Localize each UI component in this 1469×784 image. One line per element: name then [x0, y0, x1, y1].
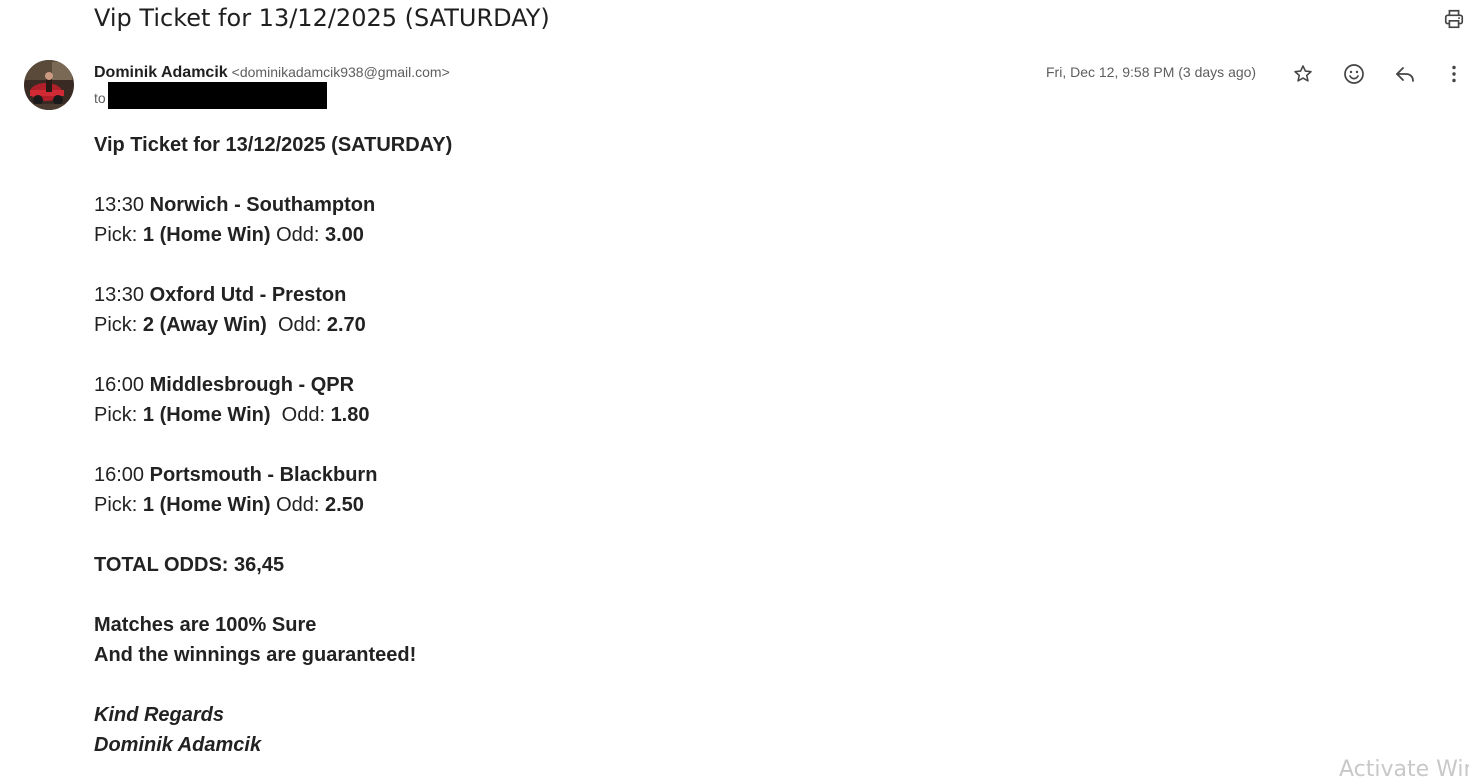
pick-value: 2 (Away Win) [142, 314, 267, 336]
recipients-toggle[interactable]: to [94, 88, 106, 108]
email-subject: Vip Ticket for 13/12/2025 (SATURDAY) [94, 4, 550, 32]
pick-label: Pick: [94, 494, 138, 516]
email-body: Vip Ticket for 13/12/2025 (SATURDAY) 13:… [94, 130, 452, 760]
match-teams: Portsmouth - Blackburn [149, 464, 378, 486]
match-line: 13:30 Norwich - Southampton [94, 190, 452, 220]
match-time: 16:00 [94, 374, 145, 396]
odd-value: 2.50 [325, 494, 364, 516]
odd-value: 3.00 [325, 224, 364, 246]
match-time: 16:00 [94, 464, 145, 486]
reply-icon [1396, 67, 1414, 82]
more-vertical-icon [1452, 65, 1456, 83]
sender-name[interactable]: Dominik Adamcik [94, 64, 228, 81]
add-reaction-button[interactable] [1340, 60, 1368, 88]
odd-value: 1.80 [330, 404, 370, 426]
match-line: 13:30 Oxford Utd - Preston [94, 280, 452, 310]
pick-line: Pick: 1 (Home Win) Odd: 2.50 [94, 490, 452, 520]
emoji-icon [1344, 64, 1364, 84]
body-heading: Vip Ticket for 13/12/2025 (SATURDAY) [94, 134, 453, 156]
pick-line: Pick: 2 (Away Win) Odd: 2.70 [94, 310, 452, 340]
redacted-recipient [108, 82, 327, 109]
star-button[interactable] [1289, 60, 1317, 88]
more-options-button[interactable] [1440, 60, 1468, 88]
odd-label: Odd: [276, 494, 320, 516]
pick-value: 1 (Home Win) [142, 494, 271, 516]
sender-avatar[interactable] [24, 60, 74, 110]
pick-label: Pick: [94, 224, 138, 246]
pick-value: 1 (Home Win) [142, 224, 271, 246]
email-date: Fri, Dec 12, 9:58 PM (3 days ago) [1046, 64, 1257, 80]
total-odds-label: TOTAL ODDS: [94, 554, 229, 576]
sure-line: Matches are 100% Sure [94, 614, 317, 636]
regards-line: Kind Regards [94, 704, 225, 726]
match-teams: Oxford Utd - Preston [149, 284, 347, 306]
print-button[interactable] [1441, 6, 1467, 32]
match-teams: Norwich - Southampton [149, 194, 376, 216]
total-odds-line: TOTAL ODDS: 36,45 [94, 550, 452, 580]
odd-label: Odd: [277, 314, 322, 336]
signature-line: Dominik Adamcik [94, 734, 262, 756]
odd-value: 2.70 [326, 314, 366, 336]
match-line: 16:00 Middlesbrough - QPR [94, 370, 452, 400]
reply-button[interactable] [1391, 60, 1419, 88]
pick-label: Pick: [94, 314, 138, 336]
pick-line: Pick: 1 (Home Win) Odd: 1.80 [94, 400, 452, 430]
odd-label: Odd: [276, 224, 320, 246]
match-line: 16:00 Portsmouth - Blackburn [94, 460, 452, 490]
sender-line: Dominik Adamcik <dominikadamcik938@gmail.… [94, 62, 450, 82]
star-icon [1294, 65, 1312, 82]
guarantee-line: And the winnings are guaranteed! [94, 644, 417, 666]
total-odds-value: 36,45 [234, 554, 285, 576]
odd-label: Odd: [281, 404, 325, 426]
sender-email: <dominikadamcik938@gmail.com> [231, 64, 450, 80]
pick-value: 1 (Home Win) [142, 404, 271, 426]
pick-line: Pick: 1 (Home Win) Odd: 3.00 [94, 220, 452, 250]
pick-label: Pick: [94, 404, 138, 426]
match-time: 13:30 [94, 194, 145, 216]
match-teams: Middlesbrough - QPR [149, 374, 355, 396]
print-icon [1444, 9, 1464, 29]
match-time: 13:30 [94, 284, 145, 306]
activation-watermark: Activate Windows [1339, 757, 1469, 782]
